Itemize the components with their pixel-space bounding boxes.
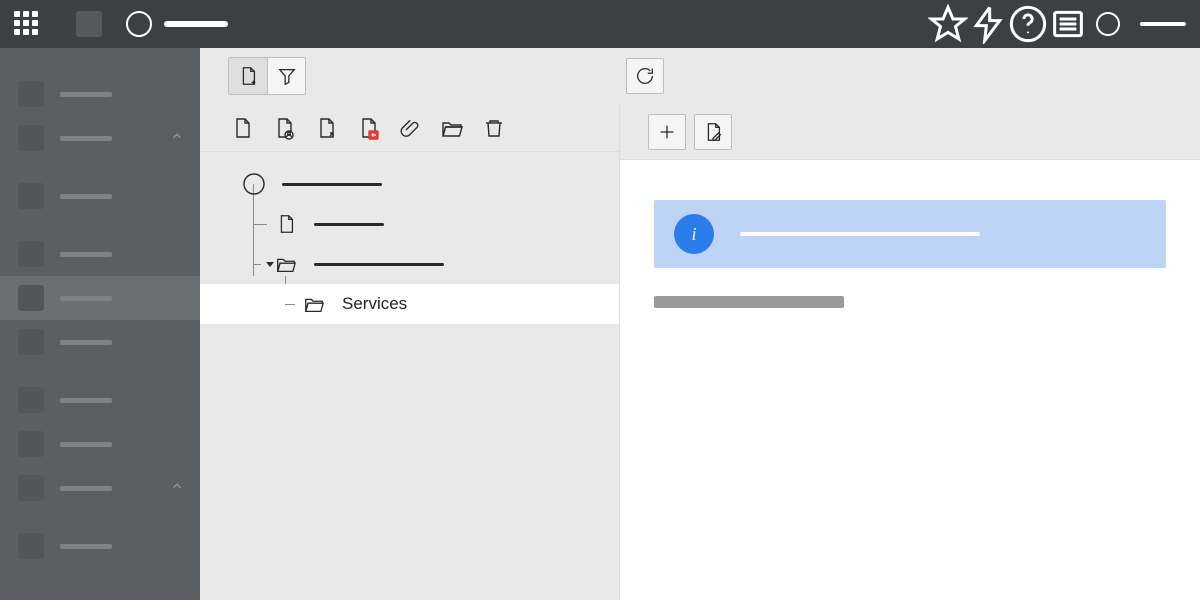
apps-launcher-icon[interactable] <box>14 11 40 37</box>
add-button[interactable] <box>648 114 686 150</box>
circle-icon <box>240 170 268 198</box>
nav-item-label <box>60 544 112 549</box>
info-message <box>740 232 980 236</box>
favorite-icon[interactable] <box>928 4 968 44</box>
tree-node[interactable] <box>200 204 619 244</box>
detail-body: i <box>620 160 1200 348</box>
context-avatar-icon[interactable] <box>126 11 152 37</box>
nav-item-icon <box>18 329 44 355</box>
nav-item[interactable] <box>0 232 200 276</box>
tree-node-expandable[interactable] <box>200 244 619 284</box>
nav-item-icon <box>18 431 44 457</box>
top-bar <box>0 0 1200 48</box>
app-logo <box>76 11 102 37</box>
tree-node-label: Services <box>342 294 407 314</box>
info-banner: i <box>654 200 1166 268</box>
document-link-icon[interactable] <box>312 114 340 142</box>
nav-item[interactable] <box>0 378 200 422</box>
content-area: Services i <box>200 48 1200 600</box>
nav-item-label <box>60 442 112 447</box>
nav-item-label <box>60 340 112 345</box>
tree-node-label <box>314 223 384 226</box>
nav-item-label <box>60 486 112 491</box>
document-user-icon[interactable] <box>270 114 298 142</box>
detail-pane: i <box>620 104 1200 600</box>
nav-item-label <box>60 252 112 257</box>
edit-button[interactable] <box>694 114 732 150</box>
nav-item[interactable] <box>0 422 200 466</box>
nav-item-icon <box>18 183 44 209</box>
refresh-button[interactable] <box>626 58 664 94</box>
info-icon: i <box>674 214 714 254</box>
tree-node-selected[interactable]: Services <box>200 284 619 324</box>
document-import-icon[interactable] <box>354 114 382 142</box>
nav-item-icon <box>18 533 44 559</box>
split-panes: Services i <box>200 104 1200 600</box>
nav-sidebar <box>0 48 200 600</box>
nav-item-icon <box>18 241 44 267</box>
nav-item-icon <box>18 475 44 501</box>
main-area: Services i <box>0 48 1200 600</box>
chevron-up-icon[interactable] <box>170 129 184 148</box>
nav-item[interactable] <box>0 72 200 116</box>
chevron-up-icon[interactable] <box>170 479 184 498</box>
nav-item[interactable] <box>0 466 200 510</box>
user-name <box>1140 22 1186 26</box>
document-icon <box>272 210 300 238</box>
help-icon[interactable] <box>1008 4 1048 44</box>
bolt-icon[interactable] <box>968 4 1008 44</box>
filter-button[interactable] <box>267 58 305 94</box>
nav-item-icon <box>18 81 44 107</box>
folder-open-icon <box>300 290 328 318</box>
tree-pane: Services <box>200 104 620 600</box>
info-glyph: i <box>691 224 696 245</box>
nav-item-icon <box>18 387 44 413</box>
nav-item-icon <box>18 125 44 151</box>
new-document-button[interactable] <box>229 58 267 94</box>
toolbar-primary <box>200 48 1200 104</box>
nav-item-label <box>60 398 112 403</box>
nav-item-icon <box>18 285 44 311</box>
delete-icon[interactable] <box>480 114 508 142</box>
context-title <box>164 21 228 27</box>
detail-title <box>654 296 844 308</box>
attachment-icon[interactable] <box>396 114 424 142</box>
nav-item[interactable] <box>0 116 200 160</box>
nav-item-label <box>60 92 112 97</box>
user-menu[interactable] <box>1088 4 1128 44</box>
list-icon[interactable] <box>1048 4 1088 44</box>
detail-toolbar <box>620 104 1200 160</box>
folder-open-icon[interactable] <box>438 114 466 142</box>
nav-item[interactable] <box>0 524 200 568</box>
view-mode-group <box>228 57 306 95</box>
nav-item-label <box>60 296 112 301</box>
tree-root[interactable] <box>200 164 619 204</box>
tree-toolbar <box>200 104 619 152</box>
caret-down-icon[interactable] <box>256 258 284 270</box>
nav-item-label <box>60 194 112 199</box>
tree-node-label <box>314 263 444 266</box>
nav-item[interactable] <box>0 174 200 218</box>
nav-item-label <box>60 136 112 141</box>
nav-item-selected[interactable] <box>0 276 200 320</box>
document-icon[interactable] <box>228 114 256 142</box>
nav-item[interactable] <box>0 320 200 364</box>
user-avatar-icon <box>1096 12 1120 36</box>
tree-node-label <box>282 183 382 186</box>
